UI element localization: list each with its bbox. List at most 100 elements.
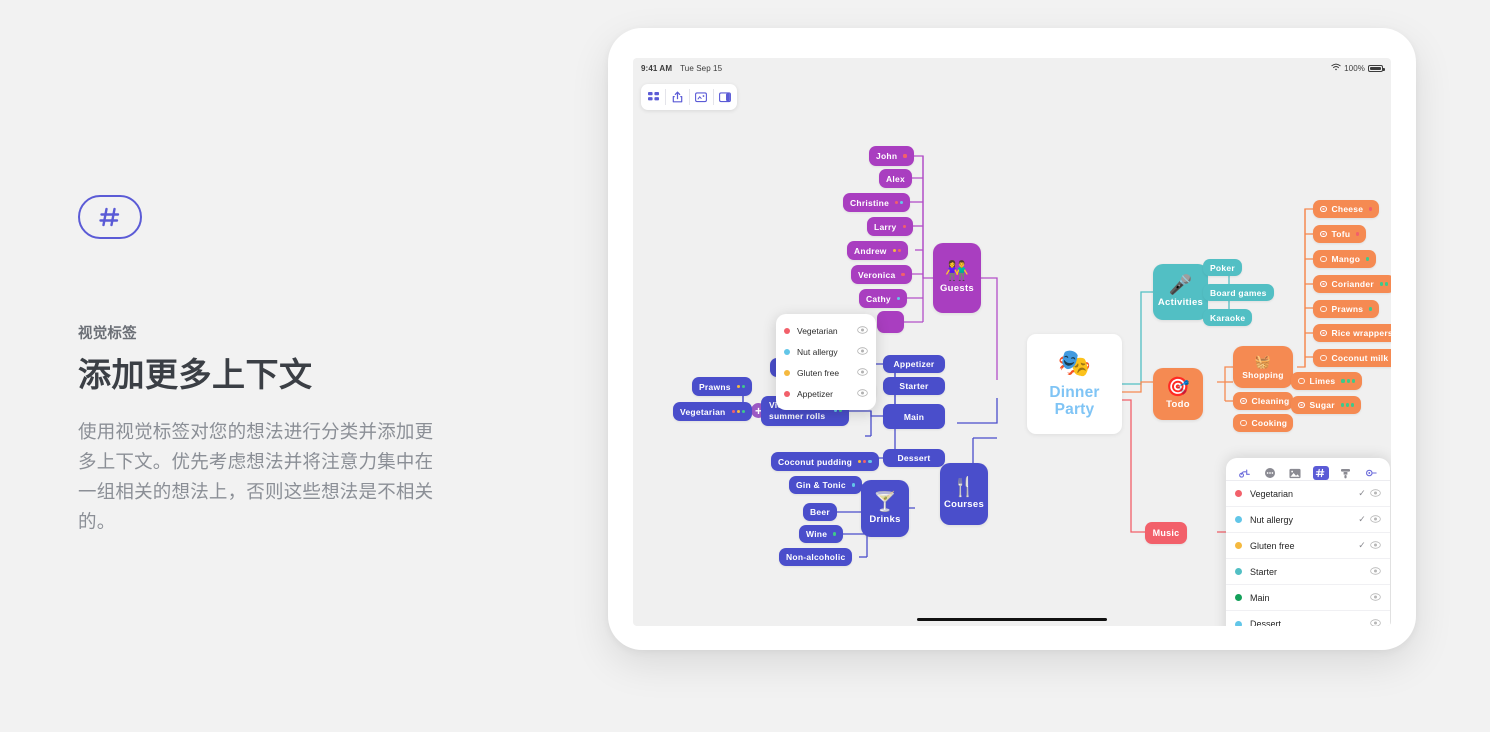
list-item[interactable]: Starter	[883, 377, 945, 395]
branch-drinks[interactable]: 🍸 Drinks	[861, 480, 909, 537]
list-item[interactable]: Board games	[1203, 284, 1274, 301]
eye-icon[interactable]	[1370, 514, 1381, 525]
list-item[interactable]: Non-alcoholic	[779, 548, 853, 566]
link-icon[interactable]	[1237, 466, 1253, 480]
list-item[interactable]: Nut allergy ✓	[1226, 507, 1390, 533]
node-label: Gin & Tonic	[796, 480, 846, 490]
list-item[interactable]: Andrew	[847, 241, 909, 260]
branch-guests[interactable]: 👫 Guests	[933, 243, 981, 313]
center-node[interactable]: 🎭 Dinner Party	[1027, 334, 1122, 434]
list-item[interactable]: Dessert	[883, 449, 945, 467]
list-item[interactable]: Limes	[1291, 372, 1362, 390]
image-icon[interactable]	[1287, 466, 1303, 480]
eye-icon[interactable]	[857, 346, 868, 357]
list-item[interactable]: Beer	[803, 503, 837, 521]
list-item[interactable]: Vegetarian	[776, 320, 876, 341]
list-item[interactable]: Mango	[1313, 250, 1377, 268]
list-item[interactable]: Vegetarian	[673, 402, 753, 421]
checkbox-icon[interactable]	[1320, 230, 1327, 238]
list-item[interactable]: Coconut milk	[1313, 349, 1391, 367]
list-item[interactable]: Gluten free ✓	[1226, 533, 1390, 559]
list-item[interactable]: John	[869, 146, 914, 166]
list-item[interactable]: Appetizer	[883, 355, 945, 373]
list-item[interactable]: Vegetarian ✓	[1226, 481, 1390, 507]
tag-dots	[731, 409, 746, 414]
list-item[interactable]: Cooking	[1233, 414, 1293, 432]
eye-icon[interactable]	[857, 325, 868, 336]
list-item[interactable]	[877, 311, 904, 333]
settings-icon[interactable]	[1363, 466, 1379, 480]
list-item[interactable]: Sugar	[1291, 396, 1362, 414]
eye-icon[interactable]	[1370, 619, 1381, 626]
eye-icon[interactable]	[1370, 540, 1381, 551]
node-label: Mango	[1331, 254, 1361, 264]
list-item[interactable]: Cheese	[1313, 200, 1380, 218]
status-bar: 9:41 AM Tue Sep 15 100%	[633, 58, 1391, 78]
list-item[interactable]: Prawns	[692, 377, 753, 396]
list-item[interactable]: Larry	[867, 217, 913, 236]
list-item[interactable]: Coconut pudding	[771, 452, 879, 471]
checkbox-icon[interactable]	[1320, 354, 1327, 362]
tag-dots	[1369, 307, 1373, 311]
list-item[interactable]: Main	[883, 404, 945, 429]
comment-icon[interactable]	[1262, 466, 1278, 480]
list-item[interactable]: Karaoke	[1203, 309, 1253, 326]
list-item[interactable]: Appetizer	[776, 383, 876, 404]
branch-activities[interactable]: 🎤 Activities	[1153, 264, 1208, 320]
todo-emoji-icon: 🎯	[1166, 377, 1190, 398]
checkbox-icon[interactable]	[1320, 280, 1327, 288]
tag-panel[interactable]: Vegetarian ✓ Nut allergy ✓ Gluten free ✓	[1226, 458, 1390, 626]
checkbox-icon[interactable]	[1298, 377, 1305, 385]
checkbox-icon[interactable]	[1320, 329, 1327, 337]
eye-icon[interactable]	[1370, 488, 1381, 499]
node-label: Christine	[850, 197, 890, 208]
color-swatch	[1235, 594, 1242, 601]
eye-icon[interactable]	[857, 388, 868, 399]
list-item[interactable]: Gin & Tonic	[789, 476, 862, 494]
node-label: Beer	[810, 507, 830, 517]
tag-label: Main	[1250, 592, 1270, 603]
list-item[interactable]: Tofu	[1313, 225, 1367, 243]
node-label: Sugar	[1309, 400, 1335, 410]
list-item[interactable]: Dessert	[1226, 611, 1390, 626]
tag-context-popup[interactable]: Vegetarian Nut allergy Gluten free Appet…	[776, 314, 876, 410]
tag-list[interactable]: Vegetarian ✓ Nut allergy ✓ Gluten free ✓	[1226, 481, 1390, 626]
hash-tag-icon[interactable]	[1312, 466, 1329, 480]
drinks-emoji-icon: 🍸	[873, 491, 897, 513]
list-item[interactable]: Starter	[1226, 559, 1390, 585]
node-label: Alex	[886, 173, 905, 184]
list-item[interactable]: Cleaning	[1233, 392, 1293, 410]
checkbox-icon[interactable]	[1240, 397, 1247, 405]
eye-icon[interactable]	[1370, 592, 1381, 603]
list-item[interactable]: Veronica	[851, 265, 912, 284]
list-item[interactable]: Nut allergy	[776, 341, 876, 362]
list-item[interactable]: Main	[1226, 585, 1390, 611]
checkbox-icon[interactable]	[1320, 255, 1327, 263]
list-item[interactable]: Prawns	[1313, 300, 1380, 318]
list-item[interactable]: Poker	[1203, 259, 1242, 276]
panel-toolbar[interactable]	[1226, 466, 1390, 481]
list-item[interactable]: Christine	[843, 193, 911, 212]
checkbox-icon[interactable]	[1240, 419, 1247, 427]
list-item[interactable]: Wine	[799, 525, 844, 543]
list-item[interactable]: Alex	[879, 169, 912, 188]
checkbox-icon[interactable]	[1298, 401, 1305, 409]
checkbox-icon[interactable]	[1320, 305, 1327, 313]
branch-courses[interactable]: 🍴 Courses	[940, 463, 988, 525]
eye-icon[interactable]	[1370, 566, 1381, 577]
battery-percent: 100%	[1344, 63, 1365, 73]
list-item[interactable]: Cathy	[859, 289, 908, 308]
branch-todo[interactable]: 🎯 Todo	[1153, 368, 1203, 420]
list-item-shopping[interactable]: 🧺 Shopping	[1233, 346, 1293, 388]
wifi-icon	[1331, 63, 1341, 73]
list-item[interactable]: Gluten free	[776, 362, 876, 383]
eye-icon[interactable]	[857, 367, 868, 378]
branch-music[interactable]: Music	[1145, 522, 1187, 544]
checkbox-icon[interactable]	[1320, 205, 1327, 213]
list-item[interactable]: Rice wrappers	[1313, 324, 1391, 342]
mindmap-canvas[interactable]: John Alex Christine Larry Andrew Veronic…	[633, 78, 1391, 626]
paint-brush-icon[interactable]	[1338, 466, 1354, 480]
list-item[interactable]: Coriander	[1313, 275, 1391, 293]
node-label: Cheese	[1331, 204, 1364, 214]
tag-dots	[903, 154, 907, 158]
